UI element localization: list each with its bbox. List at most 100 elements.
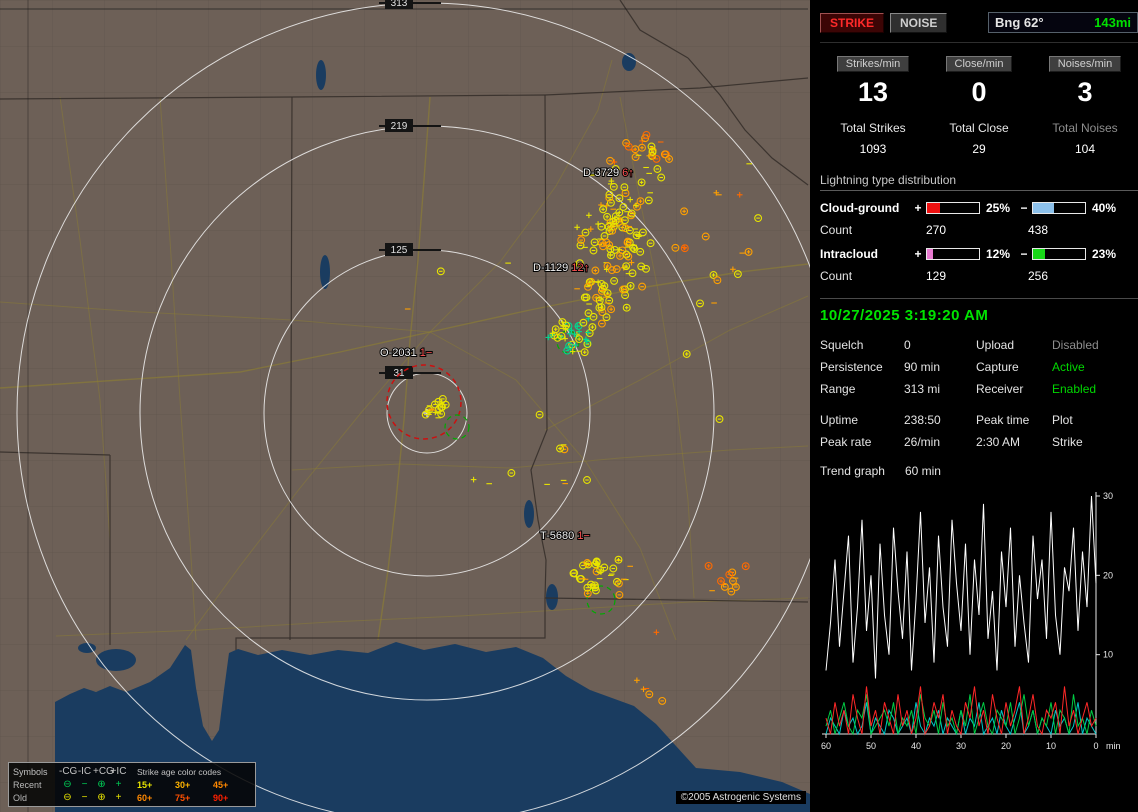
svg-text:20: 20 — [1001, 741, 1011, 751]
svg-text:31: 31 — [393, 368, 405, 379]
cg-minus-count: 438 — [1028, 223, 1048, 237]
distribution-title: Lightning type distribution — [820, 173, 1138, 191]
lightning-map[interactable]: 313 219 125 31 D-3729 6↑ D-1129 12↑ O-2031 1−… — [0, 0, 810, 812]
control-panel: STRIKE NOISE Bng 62° 143mi Strikes/min 1… — [810, 0, 1138, 812]
ic-plus-count: 129 — [926, 269, 1028, 283]
range-value: 313 mi — [904, 382, 976, 396]
nexstorm-window: 31321912531 D-3729 6↑D-1129 12↑O-2031 1−… — [0, 0, 1138, 812]
svg-text:0: 0 — [1093, 741, 1098, 751]
legend-row-label: Old — [13, 793, 59, 803]
divider — [820, 42, 1138, 43]
copyright: ©2005 Astrogenic Systems — [676, 791, 806, 804]
strikes-per-min-value: 13 — [858, 77, 888, 108]
cg-minus-bar — [1032, 202, 1086, 214]
svg-text:O-2031 1−: O-2031 1− — [380, 347, 432, 359]
minus-sign: − — [1018, 247, 1030, 261]
intracloud-label: Intracloud — [820, 247, 910, 261]
svg-text:10: 10 — [1046, 741, 1056, 751]
legend-row-label: Recent — [13, 780, 59, 790]
intracloud-count-row: Count 129 256 — [820, 269, 1138, 283]
cg-minus-pct: 40% — [1088, 201, 1122, 215]
ic-plus-pct: 12% — [982, 247, 1016, 261]
svg-text:313: 313 — [391, 0, 408, 9]
ic-plus-icon: + — [110, 793, 127, 803]
status-grid: Uptime 238:50 Peak time Plot Peak rate 2… — [820, 413, 1138, 449]
capture-value: Active — [1052, 360, 1138, 374]
mode-toolbar: STRIKE NOISE Bng 62° 143mi — [820, 12, 1138, 33]
range-label: Range — [820, 382, 904, 396]
plus-sign: + — [912, 201, 924, 215]
squelch-value: 0 — [904, 338, 976, 352]
ic-plus-icon: + — [110, 780, 127, 790]
bearing-distance: 143mi — [1094, 15, 1131, 30]
age-code: 75+ — [175, 793, 213, 803]
map-canvas[interactable]: 313 219 125 31 D-3729 6↑ D-1129 12↑ O-2031 1−… — [0, 0, 810, 812]
cg-plus-count: 270 — [926, 223, 1028, 237]
total-noises-value: 104 — [1075, 142, 1095, 156]
legend-type-header: +CG — [93, 767, 110, 777]
receiver-value: Enabled — [1052, 382, 1138, 396]
strikes-per-min-column: Strikes/min 13 Total Strikes 1093 — [820, 56, 926, 156]
svg-text:50: 50 — [866, 741, 876, 751]
svg-text:D-1129 12↑: D-1129 12↑ — [533, 262, 589, 274]
bearing-label: Bng 62° — [995, 15, 1044, 30]
total-strikes-value: 1093 — [860, 142, 887, 156]
minus-sign: − — [1018, 201, 1030, 215]
uptime-label: Uptime — [820, 413, 904, 427]
cg-minus-icon: ⊖ — [59, 780, 76, 790]
noises-per-min-label: Noises/min — [1049, 56, 1121, 72]
cg-plus-bar — [926, 202, 980, 214]
plot-label: Plot — [1052, 413, 1138, 427]
cloud-ground-row: Cloud-ground + 25% − 40% — [820, 201, 1138, 215]
cg-plus-icon: ⊕ — [93, 793, 110, 803]
peak-time-value: 2:30 AM — [976, 435, 1052, 449]
close-per-min-value: 0 — [971, 77, 986, 108]
cg-minus-bar-fill — [1033, 203, 1054, 213]
total-noises-label: Total Noises — [1052, 121, 1117, 135]
cg-minus-icon: ⊖ — [59, 793, 76, 803]
ic-plus-bar — [926, 248, 980, 260]
age-code: 60+ — [137, 793, 175, 803]
strikes-per-min-label: Strikes/min — [837, 56, 909, 72]
svg-text:30: 30 — [956, 741, 966, 751]
squelch-label: Squelch — [820, 338, 904, 352]
legend-type-header: +IC — [110, 767, 127, 777]
close-per-min-column: Close/min 0 Total Close 29 — [926, 56, 1032, 156]
strike-button[interactable]: STRIKE — [820, 13, 884, 33]
cloud-ground-count-row: Count 270 438 — [820, 223, 1138, 237]
map-legend: Symbols -CG -IC +CG +IC Strike age color… — [8, 762, 256, 807]
persistence-label: Persistence — [820, 360, 904, 374]
noise-button[interactable]: NOISE — [890, 13, 947, 33]
receiver-label: Receiver — [976, 382, 1052, 396]
svg-text:125: 125 — [391, 245, 408, 256]
svg-text:10: 10 — [1103, 650, 1113, 660]
trend-window-value: 60 min — [905, 464, 941, 478]
age-code: 15+ — [137, 780, 175, 790]
peak-rate-label: Peak rate — [820, 435, 904, 449]
svg-text:min: min — [1106, 741, 1121, 751]
datetime-display: 10/27/2025 3:19:20 AM — [820, 298, 1138, 324]
settings-grid: Squelch 0 Upload Disabled Persistence 90… — [820, 338, 1138, 396]
total-close-value: 29 — [972, 142, 985, 156]
svg-text:D-3729 6↑: D-3729 6↑ — [583, 167, 634, 179]
cg-plus-bar-fill — [927, 203, 940, 213]
trend-graph-header: Trend graph 60 min — [820, 464, 1138, 478]
rate-counters: Strikes/min 13 Total Strikes 1093 Close/… — [820, 56, 1138, 156]
legend-type-header: -CG — [59, 767, 76, 777]
plus-sign: + — [912, 247, 924, 261]
svg-text:219: 219 — [391, 121, 408, 132]
ic-minus-icon: − — [76, 793, 93, 803]
cloud-ground-label: Cloud-ground — [820, 201, 910, 215]
intracloud-row: Intracloud + 12% − 23% — [820, 247, 1138, 261]
total-close-label: Total Close — [949, 121, 1008, 135]
legend-type-header: -IC — [76, 767, 93, 777]
total-strikes-label: Total Strikes — [840, 121, 905, 135]
noises-per-min-value: 3 — [1077, 77, 1092, 108]
ic-plus-bar-fill — [927, 249, 933, 259]
svg-text:40: 40 — [911, 741, 921, 751]
noises-per-min-column: Noises/min 3 Total Noises 104 — [1032, 56, 1138, 156]
persistence-value: 90 min — [904, 360, 976, 374]
ic-minus-bar — [1032, 248, 1086, 260]
age-code: 30+ — [175, 780, 213, 790]
uptime-value: 238:50 — [904, 413, 976, 427]
